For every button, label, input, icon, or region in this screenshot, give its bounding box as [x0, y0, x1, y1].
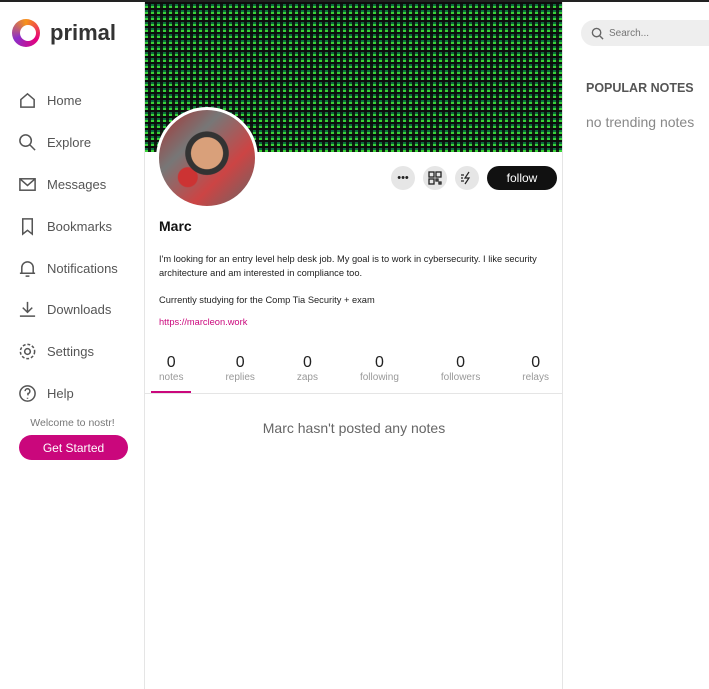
qr-code-icon	[428, 171, 442, 185]
download-icon	[19, 302, 36, 318]
stat-label: zaps	[296, 372, 318, 383]
search-input[interactable]	[609, 27, 699, 39]
website-link[interactable]: https://marcleon.work	[159, 317, 247, 327]
sidebar-item-bookmarks[interactable]: Bookmarks	[18, 205, 118, 247]
stat-label: replies	[225, 372, 255, 383]
stat-label: following	[359, 372, 399, 383]
sidebar-item-downloads[interactable]: Downloads	[18, 289, 118, 331]
search-box[interactable]	[581, 20, 709, 46]
mail-icon	[19, 178, 36, 191]
tab-replies[interactable]: 0 replies	[225, 354, 254, 392]
stat-count: 0	[166, 354, 176, 371]
sidebar-item-label: Explore	[47, 135, 92, 151]
logo[interactable]: primal	[12, 19, 116, 47]
stat-count: 0	[456, 354, 466, 371]
stat-count: 0	[374, 354, 384, 371]
avatar[interactable]	[156, 107, 258, 209]
welcome-text: Welcome to nostr!	[30, 417, 115, 429]
stat-label: notes	[159, 372, 184, 383]
tab-zaps[interactable]: 0 zaps	[297, 354, 318, 392]
no-trending-text: no trending notes	[586, 114, 695, 130]
more-button[interactable]: •••	[391, 166, 415, 190]
sidebar-item-label: Notifications	[47, 260, 118, 276]
gear-icon	[19, 343, 36, 360]
sidebar-item-label: Help	[47, 385, 74, 401]
empty-notes-message: Marc hasn't posted any notes	[262, 420, 446, 436]
sidebar-item-label: Settings	[47, 344, 94, 360]
bio-paragraph: Currently studying for the Comp Tia Secu…	[159, 294, 375, 305]
search-icon	[591, 27, 604, 40]
sidebar-item-label: Bookmarks	[47, 218, 113, 234]
get-started-button[interactable]: Get Started	[19, 435, 128, 460]
tab-relays[interactable]: 0 relays	[522, 354, 549, 392]
tab-followers[interactable]: 0 followers	[441, 354, 480, 392]
sidebar-item-settings[interactable]: Settings	[18, 331, 118, 373]
sidebar-item-label: Home	[47, 93, 82, 109]
profile-stats-tabs: 0 notes 0 replies 0 zaps 0 following 0 follow…	[145, 354, 563, 393]
stat-label: relays	[522, 372, 549, 383]
tab-notes[interactable]: 0 notes	[150, 354, 193, 393]
popular-notes-heading: POPULAR NOTES	[586, 81, 694, 95]
sidebar-item-home[interactable]: Home	[18, 80, 118, 122]
right-sidebar: POPULAR NOTES no trending notes	[563, 2, 709, 689]
logo-text: primal	[50, 20, 117, 45]
stat-label: followers	[440, 372, 481, 383]
zap-icon	[461, 171, 471, 185]
sidebar-item-label: Messages	[47, 176, 107, 192]
bookmark-icon	[21, 217, 34, 236]
sidebar-item-help[interactable]: Help	[18, 373, 118, 415]
stat-count: 0	[235, 354, 245, 371]
help-icon	[19, 385, 36, 402]
sidebar: primal Home Explore Messages Bookmarks N…	[0, 2, 145, 689]
nav: Home Explore Messages Bookmarks Notifica…	[18, 80, 118, 414]
qr-code-button[interactable]	[423, 166, 447, 190]
profile-name: Marc	[159, 218, 192, 234]
sidebar-item-notifications[interactable]: Notifications	[18, 247, 118, 289]
home-icon	[20, 93, 35, 109]
profile-actions: ••• follow	[391, 166, 557, 190]
profile-bio: I'm looking for an entry level help desk…	[159, 253, 549, 307]
primal-logo-icon	[12, 19, 40, 47]
search-icon	[19, 134, 36, 151]
sidebar-item-messages[interactable]: Messages	[18, 164, 118, 206]
profile-main: ••• follow Marc I'm looking for an entry…	[145, 2, 563, 689]
tab-following[interactable]: 0 following	[360, 354, 399, 392]
stat-count: 0	[302, 354, 312, 371]
sidebar-item-explore[interactable]: Explore	[18, 122, 118, 164]
stat-count: 0	[531, 354, 541, 371]
bio-paragraph: I'm looking for an entry level help desk…	[159, 254, 537, 278]
divider	[145, 393, 563, 394]
zap-button[interactable]	[455, 166, 479, 190]
bell-icon	[19, 260, 36, 277]
sidebar-item-label: Downloads	[47, 302, 112, 318]
follow-button[interactable]: follow	[487, 166, 557, 190]
